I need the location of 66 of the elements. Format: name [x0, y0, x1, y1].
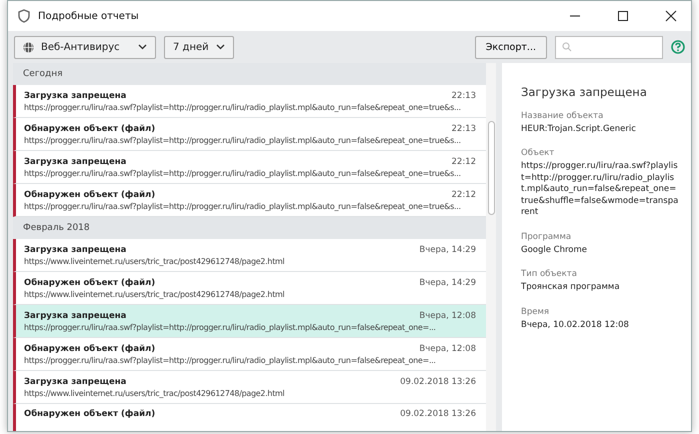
field-label: Программа [521, 232, 572, 242]
event-row[interactable]: Загрузка запрещена 09.02.2018 13:26 https://www.liveinternet.ru/users/tric_trac/post429612748/page2.html [13, 371, 486, 404]
event-title: Обнаружен объект (файл) [24, 124, 156, 134]
field-label: Тип объекта [521, 269, 578, 280]
group-header: Сегодня [13, 63, 486, 85]
event-row[interactable]: Обнаружен объект (файл) Вчера, 12:08 https://progger.ru/liru/raa.swf?playlist=http://progger.ru/liru/radio_playlist.mpl&auto_run=false&repeat_one=... [13, 338, 486, 371]
field-value: HEUR:Trojan.Script.Generic [521, 124, 637, 136]
field-value: Троянская программа [521, 282, 621, 294]
event-row[interactable]: Обнаружен объект (файл) Вчера, 14:29 https://www.liveinternet.ru/users/tric_trac/post429612748/page2.html [13, 272, 486, 305]
event-url: https://progger.ru/liru/raa.swf?playlist=http://progger.ru/liru/radio_playlist.mpl&auto_run=false&repeat_one=... [24, 356, 436, 364]
event-row[interactable]: Загрузка запрещена Вчера, 12:08 https://progger.ru/liru/raa.swf?playlist=http://progger.ru/liru/radio_playlist.mpl&auto_run=false&repeat_one=... [13, 305, 486, 338]
scrollbar-thumb[interactable] [488, 121, 495, 215]
event-title: Загрузка запрещена [24, 90, 126, 100]
event-url: https://www.liveinternet.ru/users/tric_trac/post429612748/page2.html [24, 388, 284, 398]
caret-icon [216, 44, 225, 50]
globe-icon [23, 42, 34, 52]
event-title: Загрузка запрещена [24, 376, 126, 386]
event-time: 22:12 [452, 190, 476, 200]
field-value: Google Chrome [521, 244, 588, 256]
event-url: https://progger.ru/liru/raa.swf?playlist=http://progger.ru/liru/radio_playlist.mpl&auto_run=false&repeat_one=true&s... [24, 202, 461, 210]
component-dropdown[interactable]: Веб-Антивирус [14, 36, 156, 58]
close-icon[interactable] [665, 10, 677, 22]
help-icon[interactable] [671, 40, 685, 54]
field-label: Название объекта [521, 111, 604, 121]
event-row[interactable]: Обнаружен объект (файл) 22:12 https://progger.ru/liru/raa.swf?playlist=http://progger.ru/liru/radio_playlist.mpl&auto_run=false&repeat_one=true&s... [13, 184, 486, 217]
caret-icon [138, 44, 147, 50]
export-button[interactable]: Экспорт... [474, 36, 547, 58]
search-field[interactable] [555, 36, 663, 58]
event-row[interactable]: Обнаружен объект (файл) 22:13 https://progger.ru/liru/raa.swf?playlist=http://progger.ru/liru/radio_playlist.mpl&auto_run=false&repeat_one=true&s... [13, 118, 486, 151]
event-title: Загрузка запрещена [24, 310, 126, 320]
event-url: https://progger.ru/liru/raa.swf?playlist=http://progger.ru/liru/radio_playlist.mpl&auto_run=false&repeat_one=... [24, 322, 436, 332]
event-title: Обнаружен объект (файл) [24, 344, 156, 354]
group-header: Февраль 2018 [13, 217, 486, 239]
event-title: Загрузка запрещена [24, 156, 126, 166]
event-time: Вчера, 14:29 [419, 278, 476, 288]
event-row[interactable]: Обнаружен объект (файл) 09.02.2018 13:26 [13, 404, 486, 431]
event-title: Обнаружен объект (файл) [24, 190, 156, 200]
event-title: Обнаружен объект (файл) [24, 409, 156, 419]
event-row[interactable]: Загрузка запрещена 22:13 https://progger.ru/liru/raa.swf?playlist=http://progger.ru/liru/radio_playlist.mpl&auto_run=false&repeat_one=true&s... [13, 85, 486, 118]
field-label: Объект [521, 148, 556, 158]
event-title: Обнаружен объект (файл) [24, 278, 156, 288]
event-time: 09.02.2018 13:26 [400, 409, 476, 419]
event-url: https://progger.ru/liru/raa.swf?playlist=http://progger.ru/liru/radio_playlist.mpl&auto_run=false&repeat_one=true&s... [24, 102, 461, 112]
event-row[interactable]: Загрузка запрещена Вчера, 14:29 https://www.liveinternet.ru/users/tric_trac/post429612748/page2.html [13, 239, 486, 272]
event-title: Загрузка запрещена [24, 244, 126, 254]
field-label: Время [521, 306, 550, 317]
event-url: https://www.liveinternet.ru/users/tric_trac/post429612748/page2.html [24, 256, 284, 266]
event-time: 22:13 [452, 90, 476, 100]
maximize-icon[interactable] [617, 10, 629, 22]
event-url: https://progger.ru/liru/raa.swf?playlist=http://progger.ru/liru/radio_playlist.mpl&auto_run=false&repeat_one=true&s... [24, 168, 461, 178]
field-value: Вчера, 10.02.2018 12:08 [521, 320, 630, 332]
shield-icon [18, 9, 30, 23]
event-time: Вчера, 14:29 [419, 244, 476, 254]
search-icon [562, 42, 572, 52]
event-time: 09.02.2018 13:26 [400, 376, 476, 386]
period-dropdown[interactable]: 7 дней [164, 36, 234, 58]
event-url: https://progger.ru/liru/raa.swf?playlist=http://progger.ru/liru/radio_playlist.mpl&auto_run=false&repeat_one=true&s... [24, 136, 461, 144]
window-title: Подробные отчеты [38, 10, 139, 22]
event-time: Вчера, 12:08 [419, 344, 476, 354]
event-url: https://www.liveinternet.ru/users/tric_trac/post429612748/page2.html [24, 290, 284, 298]
details-title: Загрузка запрещена [521, 85, 648, 99]
event-time: 22:12 [452, 156, 476, 166]
event-time: 22:13 [452, 124, 476, 134]
event-time: Вчера, 12:08 [419, 310, 476, 320]
event-row[interactable]: Загрузка запрещена 22:12 https://progger.ru/liru/raa.swf?playlist=http://progger.ru/liru/radio_playlist.mpl&auto_run=false&repeat_one=true&s... [13, 151, 486, 184]
field-value: https://progger.ru/liru/raa.swf?playlist=http://progger.ru/liru/radio_playlist.mpl&auto_run=false&repeat_one=true&shuffle=false&wmode=transparent [521, 161, 679, 219]
